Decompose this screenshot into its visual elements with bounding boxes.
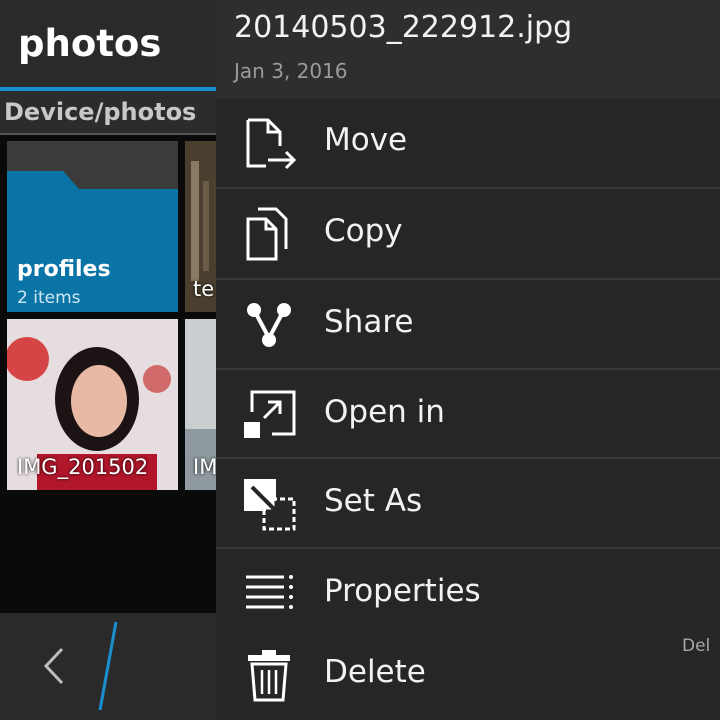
photo-label: te — [193, 277, 215, 301]
menu-item-share[interactable]: Share — [216, 280, 720, 369]
copy-icon — [246, 207, 288, 261]
menu-item-label: Share — [324, 304, 414, 340]
context-menu-header: 20140503_222912.jpg Jan 3, 2016 — [216, 0, 720, 98]
trash-icon — [248, 650, 290, 702]
photo-tile[interactable]: te — [185, 141, 216, 312]
menu-item-properties[interactable]: Properties — [216, 549, 720, 638]
breadcrumb[interactable]: Device/photos — [4, 98, 196, 126]
menu-item-label: Open in — [324, 394, 445, 430]
menu-item-move[interactable]: Move — [216, 98, 720, 187]
photo-tile[interactable]: IMG_201502 — [7, 319, 178, 490]
file-name: 20140503_222912.jpg — [234, 10, 573, 45]
shortcut-hint: Del — [682, 636, 711, 656]
folder-tile-profiles[interactable]: profiles 2 items — [7, 141, 178, 312]
menu-item-set-as[interactable]: Set As — [216, 459, 720, 548]
photo-label: IM — [193, 455, 216, 479]
open-in-icon — [244, 390, 296, 438]
context-menu: 20140503_222912.jpg Jan 3, 2016 Move Cop… — [216, 0, 720, 720]
menu-item-label: Properties — [324, 573, 481, 609]
photo-label: IMG_201502 — [17, 455, 149, 479]
page-title: photos — [18, 22, 162, 65]
menu-item-label: Set As — [324, 483, 423, 519]
folder-name: profiles — [17, 257, 111, 282]
menu-item-label: Move — [324, 122, 408, 158]
folder-item-count: 2 items — [17, 288, 81, 308]
move-icon — [246, 118, 296, 170]
chevron-left-icon[interactable] — [40, 645, 70, 687]
menu-item-delete[interactable]: Delete — [216, 630, 720, 719]
share-icon — [247, 303, 291, 347]
file-date: Jan 3, 2016 — [234, 59, 348, 83]
menu-item-copy[interactable]: Copy — [216, 189, 720, 278]
menu-item-open-in[interactable]: Open in — [216, 370, 720, 459]
menu-item-label: Delete — [324, 654, 426, 690]
folder-icon — [7, 141, 178, 191]
action-bar-divider — [98, 621, 118, 711]
set-as-icon — [244, 479, 296, 531]
properties-icon — [246, 575, 293, 609]
menu-item-label: Copy — [324, 213, 403, 249]
photo-tile[interactable]: IM — [185, 319, 216, 490]
